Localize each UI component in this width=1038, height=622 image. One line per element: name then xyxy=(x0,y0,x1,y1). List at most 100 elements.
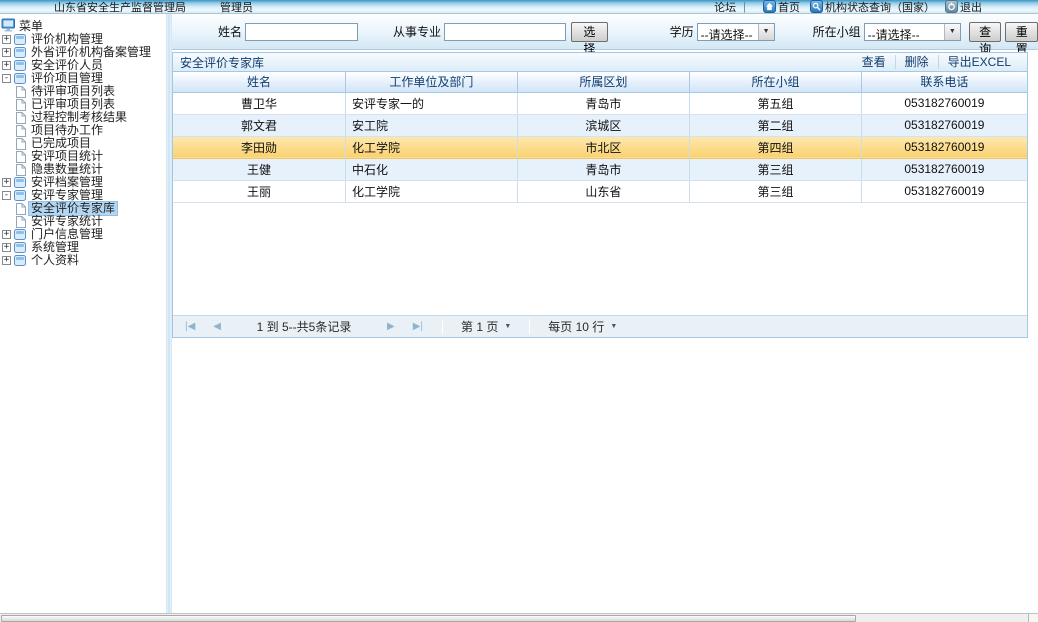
education-select[interactable]: --请选择-- ▼ xyxy=(697,23,775,41)
group-label: 所在小组 xyxy=(813,23,861,40)
menu-computer-icon xyxy=(1,18,17,33)
folder-icon xyxy=(14,34,26,45)
page-icon xyxy=(16,216,26,228)
cell-phone: 053182760019 xyxy=(861,92,1027,114)
profession-input[interactable] xyxy=(444,23,566,41)
expert-table-head-row: 姓名工作单位及部门所属区划所在小组联系电话 xyxy=(173,72,1027,92)
top-links: 论坛 | 首页 机构状态查询（国家） 退出 xyxy=(714,0,982,15)
collapse-toggle[interactable]: - xyxy=(2,74,11,83)
expand-toggle[interactable]: + xyxy=(2,178,11,187)
page-number-select[interactable]: 第 1 页 ▼ xyxy=(461,318,511,335)
cell-group: 第三组 xyxy=(690,180,862,202)
folder-icon xyxy=(14,60,26,71)
sidebar: 菜单 +评价机构管理+外省评价机构备案管理+安全评价人员-评价项目管理待评审项目… xyxy=(0,14,166,613)
forum-link[interactable]: 论坛 xyxy=(714,0,736,15)
record-range-text: 1 到 5--共5条记录 xyxy=(234,318,374,335)
table-row[interactable]: 曹卫华安评专家一的青岛市第五组053182760019 xyxy=(173,92,1027,114)
cell-district: 青岛市 xyxy=(517,92,690,114)
cell-unit: 化工学院 xyxy=(346,180,518,202)
page-icon xyxy=(16,99,26,111)
chevron-down-icon[interactable]: ▼ xyxy=(944,24,960,40)
horizontal-scrollbar[interactable] xyxy=(0,613,1038,622)
logout-icon xyxy=(945,0,958,13)
user-tab[interactable]: 管理员 xyxy=(220,0,253,15)
expand-toggle[interactable]: + xyxy=(2,48,11,57)
cell-name: 李田勋 xyxy=(173,136,346,158)
choose-button[interactable]: 选择 xyxy=(571,22,608,42)
column-header[interactable]: 所属区划 xyxy=(517,72,690,92)
sidebar-item[interactable]: +门户信息管理 xyxy=(0,228,166,241)
export-excel-button[interactable]: 导出EXCEL xyxy=(938,55,1020,69)
grid-empty-area xyxy=(173,203,1027,316)
expand-toggle[interactable]: + xyxy=(2,61,11,70)
page-size-select[interactable]: 每页 10 行 ▼ xyxy=(548,318,617,335)
sidebar-item[interactable]: +个人资料 xyxy=(0,254,166,267)
column-header[interactable]: 所在小组 xyxy=(690,72,862,92)
expert-table: 姓名工作单位及部门所属区划所在小组联系电话 曹卫华安评专家一的青岛市第五组053… xyxy=(173,72,1027,203)
sidebar-item[interactable]: +系统管理 xyxy=(0,241,166,254)
expand-toggle[interactable]: + xyxy=(2,35,11,44)
next-page-button[interactable]: ▶ xyxy=(387,321,395,332)
home-icon xyxy=(763,0,776,13)
table-row[interactable]: 郭文君安工院滨城区第二组053182760019 xyxy=(173,114,1027,136)
reset-button[interactable]: 重置 xyxy=(1005,22,1038,42)
cell-phone: 053182760019 xyxy=(861,114,1027,136)
scrollbar-thumb[interactable] xyxy=(1,615,856,622)
folder-icon xyxy=(14,255,26,266)
cell-group: 第三组 xyxy=(690,158,862,180)
cell-name: 曹卫华 xyxy=(173,92,346,114)
cell-phone: 053182760019 xyxy=(861,180,1027,202)
query-button[interactable]: 查询 xyxy=(969,22,1002,42)
view-button[interactable]: 查看 xyxy=(853,55,895,69)
last-page-button[interactable]: ▶| xyxy=(413,321,423,332)
expand-toggle[interactable]: + xyxy=(2,256,11,265)
cell-unit: 安工院 xyxy=(346,114,518,136)
folder-icon xyxy=(14,73,26,84)
cell-phone: 053182760019 xyxy=(861,158,1027,180)
sidebar-root[interactable]: 菜单 xyxy=(0,17,166,33)
top-bar: 山东省安全生产监督管理局 管理员 论坛 | 首页 机构状态查询（国家） 退出 xyxy=(0,0,1038,14)
expand-toggle[interactable]: + xyxy=(2,243,11,252)
logout-link[interactable]: 退出 xyxy=(960,0,982,15)
page-icon xyxy=(16,125,26,137)
cell-group: 第二组 xyxy=(690,114,862,136)
prev-page-button[interactable]: ◀ xyxy=(213,321,221,332)
column-header[interactable]: 联系电话 xyxy=(861,72,1027,92)
column-header[interactable]: 姓名 xyxy=(173,72,346,92)
folder-icon xyxy=(14,229,26,240)
column-header[interactable]: 工作单位及部门 xyxy=(346,72,518,92)
org-status-link[interactable]: 机构状态查询（国家） xyxy=(825,0,935,15)
first-page-button[interactable]: |◀ xyxy=(185,321,195,332)
expand-toggle[interactable]: + xyxy=(2,230,11,239)
home-link[interactable]: 首页 xyxy=(778,0,800,15)
page-icon xyxy=(16,138,26,150)
table-row[interactable]: 王丽化工学院山东省第三组053182760019 xyxy=(173,180,1027,202)
name-input[interactable] xyxy=(245,23,358,41)
page-icon xyxy=(16,151,26,163)
search-panel: 姓名 从事专业 选择 学历 --请选择-- ▼ 所在小组 --请选择-- ▼ 查… xyxy=(172,14,1038,50)
collapse-toggle[interactable]: - xyxy=(2,191,11,200)
cell-phone: 053182760019 xyxy=(861,136,1027,158)
table-row[interactable]: 李田勋化工学院市北区第四组053182760019 xyxy=(173,136,1027,158)
cell-district: 青岛市 xyxy=(517,158,690,180)
folder-icon xyxy=(14,242,26,253)
pager-divider xyxy=(529,319,530,334)
sidebar-tree: 菜单 +评价机构管理+外省评价机构备案管理+安全评价人员-评价项目管理待评审项目… xyxy=(0,14,166,267)
table-row[interactable]: 王健中石化青岛市第三组053182760019 xyxy=(173,158,1027,180)
cell-district: 市北区 xyxy=(517,136,690,158)
link-divider: | xyxy=(743,1,746,13)
delete-button[interactable]: 删除 xyxy=(895,55,938,69)
panel-toolbar: 查看 删除 导出EXCEL xyxy=(853,55,1020,69)
scroll-right-button[interactable] xyxy=(1028,614,1038,622)
group-select[interactable]: --请选择-- ▼ xyxy=(864,23,961,41)
folder-icon xyxy=(14,190,26,201)
pager-divider xyxy=(442,319,443,334)
app-window: 山东省安全生产监督管理局 管理员 论坛 | 首页 机构状态查询（国家） 退出 xyxy=(0,0,1038,622)
cell-name: 王健 xyxy=(173,158,346,180)
panel-header: 安全评价专家库 查看 删除 导出EXCEL xyxy=(173,53,1027,72)
page-size-value: 每页 10 行 xyxy=(548,318,604,335)
folder-icon xyxy=(14,177,26,188)
cell-unit: 中石化 xyxy=(346,158,518,180)
chevron-down-icon[interactable]: ▼ xyxy=(758,24,774,40)
group-selected-value: --请选择-- xyxy=(865,24,944,40)
